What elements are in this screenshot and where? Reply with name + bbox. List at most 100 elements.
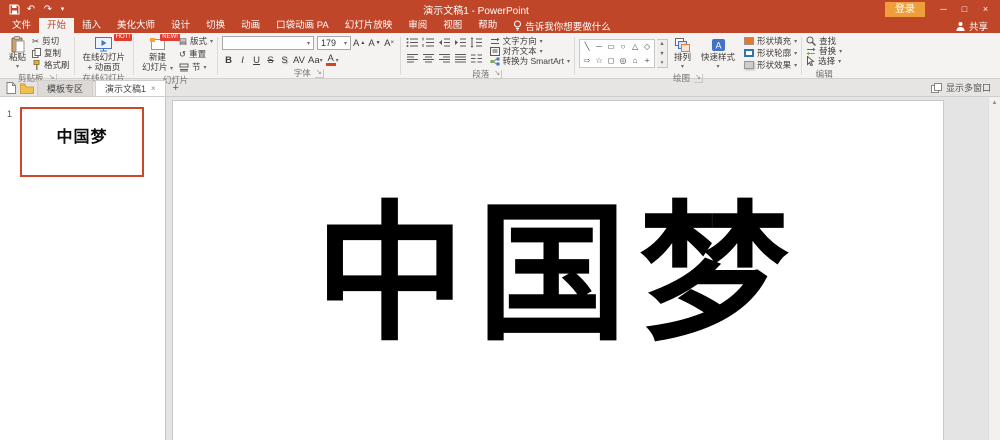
columns-button[interactable] [469,52,484,65]
canvas-scrollbar[interactable]: ▲ [988,97,1000,440]
document-icon[interactable] [6,82,16,94]
gallery-more-icon[interactable]: ▾ [661,60,664,66]
numbering-button[interactable] [421,36,436,49]
convert-smartart-label: 转换为 SmartArt [502,56,565,66]
shape-effects-button[interactable]: 形状效果 ▾ [744,60,797,70]
minimize-icon[interactable]: ─ [933,1,954,17]
slide-title-text[interactable]: 中国梦 [173,196,943,355]
copy-button[interactable]: 复制 [32,48,70,58]
new-slide-button[interactable]: NEW! 新建 幻灯片 ▾ [138,34,180,74]
shape-gallery[interactable]: ╲ ─ ▭ ○ △ ◇ ⇨ ☆ ◻ ◎ ⌂ + [579,39,656,68]
section-button[interactable]: 节 ▾ [179,62,213,72]
tab-insert[interactable]: 插入 [74,18,109,33]
font-dialog-launcher-icon[interactable]: ↘ [314,68,324,78]
document-tab-bar: 模板专区 演示文稿1 × + 显示多窗口 [0,79,1000,97]
share-button[interactable]: 共享 [944,18,1000,33]
clear-formatting-button[interactable]: A × [383,36,396,50]
tab-animations[interactable]: 动画 [233,18,268,33]
shape-square-icon[interactable]: ◻ [608,56,615,65]
shape-outline-button[interactable]: 形状轮廓 ▾ [744,48,797,58]
folder-icon[interactable] [20,83,34,94]
reset-button[interactable]: ↺ 重置 [179,49,213,60]
convert-smartart-button[interactable]: 转换为 SmartArt ▾ [490,56,570,66]
layout-button[interactable]: ▤ 版式 ▾ [178,35,213,47]
login-button[interactable]: 登录 [885,1,925,17]
select-button[interactable]: 选择 ▾ [806,56,842,66]
align-right-button[interactable] [437,52,452,65]
shape-fill-button[interactable]: 形状填充 ▾ [744,36,797,46]
tab-file[interactable]: 文件 [4,18,39,33]
shape-diamond-icon[interactable]: ◇ [644,42,650,51]
character-spacing-button[interactable]: AV [292,53,306,67]
section-label: 节 [191,62,201,72]
slides-group: NEW! 新建 幻灯片 ▾ ▤ 版式 ▾ ↺ 重置 节 ▾ 幻灯片 [135,34,216,85]
layout-icon: ▤ [178,35,187,46]
shape-arrow-icon[interactable]: ⇨ [584,56,591,65]
tab-home[interactable]: 开始 [39,18,75,33]
tab-view[interactable]: 视图 [435,18,470,33]
arrange-button[interactable]: 排列 ▾ [670,35,695,72]
new-doc-tab-icon[interactable]: + [168,80,184,96]
tab-pocket-animation[interactable]: 口袋动画 PA [268,18,337,33]
show-multi-window-button[interactable]: 显示多窗口 [930,81,995,94]
cut-button[interactable]: ✂ 剪切 [32,36,70,47]
doc-tab-template-zone[interactable]: 模板专区 [37,80,94,96]
shape-rectangle-icon[interactable]: ▭ [607,42,615,51]
gallery-up-icon[interactable]: ▲ [659,41,664,47]
paragraph-dialog-launcher-icon[interactable]: ↘ [493,69,503,79]
quick-styles-button[interactable]: A 快速样式 ▾ [697,35,739,72]
qat-customize-icon[interactable]: ▾ [58,2,67,16]
bullets-button[interactable] [405,36,420,49]
tab-review[interactable]: 审阅 [400,18,435,33]
shape-home-icon[interactable]: ⌂ [633,56,638,65]
shape-ellipse-icon[interactable]: ○ [621,42,626,51]
italic-button[interactable]: I [236,53,249,67]
drawing-dialog-launcher-icon[interactable]: ↘ [694,73,704,83]
tell-me-box[interactable]: 告诉我你想要做什么 [505,18,619,33]
slide-editing-surface[interactable]: 中国梦 [172,100,944,440]
decrease-indent-button[interactable] [437,36,452,49]
align-center-button[interactable] [421,52,436,65]
shape-line-icon[interactable]: ╲ [585,42,590,51]
online-slides-button[interactable]: HOT! 在线幻灯片 + 动画页 [79,34,133,72]
tab-slideshow[interactable]: 幻灯片放映 [337,18,401,33]
find-icon [806,36,817,46]
change-case-button[interactable]: Aa ▾ [307,53,324,67]
underline-button[interactable]: U [250,53,263,67]
font-color-button[interactable]: A ▾ [325,53,340,67]
justify-button[interactable] [453,52,468,65]
increase-indent-button[interactable] [453,36,468,49]
scrollbar-up-icon[interactable]: ▲ [992,100,998,440]
line-spacing-button[interactable] [469,36,484,49]
redo-icon[interactable]: ↷ [41,2,55,16]
align-left-button[interactable] [405,52,420,65]
format-painter-button[interactable]: 格式刷 [32,60,70,70]
strikethrough-button[interactable]: S [264,53,277,67]
save-icon[interactable] [7,2,21,16]
maximize-icon[interactable]: □ [954,1,975,17]
font-name-combo[interactable]: ▾ [222,36,315,50]
shape-hline-icon[interactable]: ─ [596,42,602,51]
close-icon[interactable]: × [975,1,996,17]
slide-thumbnail[interactable]: 中国梦 [20,107,144,177]
tab-beautify-master[interactable]: 美化大师 [109,18,163,33]
decrease-font-size-button[interactable]: A ▼ [367,36,381,50]
bold-button[interactable]: B [222,53,235,67]
gallery-down-icon[interactable]: ▼ [659,51,664,57]
shape-plus-icon[interactable]: + [645,56,650,65]
tab-transitions[interactable]: 切换 [198,18,233,33]
shape-gallery-scrollbar[interactable]: ▲ ▼ ▾ [657,39,669,68]
shape-triangle-icon[interactable]: △ [632,42,638,51]
undo-icon[interactable]: ↶ [24,2,38,16]
doc-tab-presentation1[interactable]: 演示文稿1 × [95,80,166,96]
tab-design[interactable]: 设计 [163,18,198,33]
shape-star-icon[interactable]: ☆ [595,56,602,65]
new-slide-dropdown-icon: ▾ [169,65,173,72]
paste-button[interactable]: 粘贴 ▾ [5,35,30,72]
increase-font-size-button[interactable]: A ▲ [352,36,366,50]
font-size-combo[interactable]: 179 ▾ [317,36,352,50]
doc-tab-close-icon[interactable]: × [151,84,156,93]
shape-circle-icon[interactable]: ◎ [620,56,627,65]
tab-help[interactable]: 帮助 [470,18,505,33]
text-shadow-button[interactable]: S [278,53,291,67]
